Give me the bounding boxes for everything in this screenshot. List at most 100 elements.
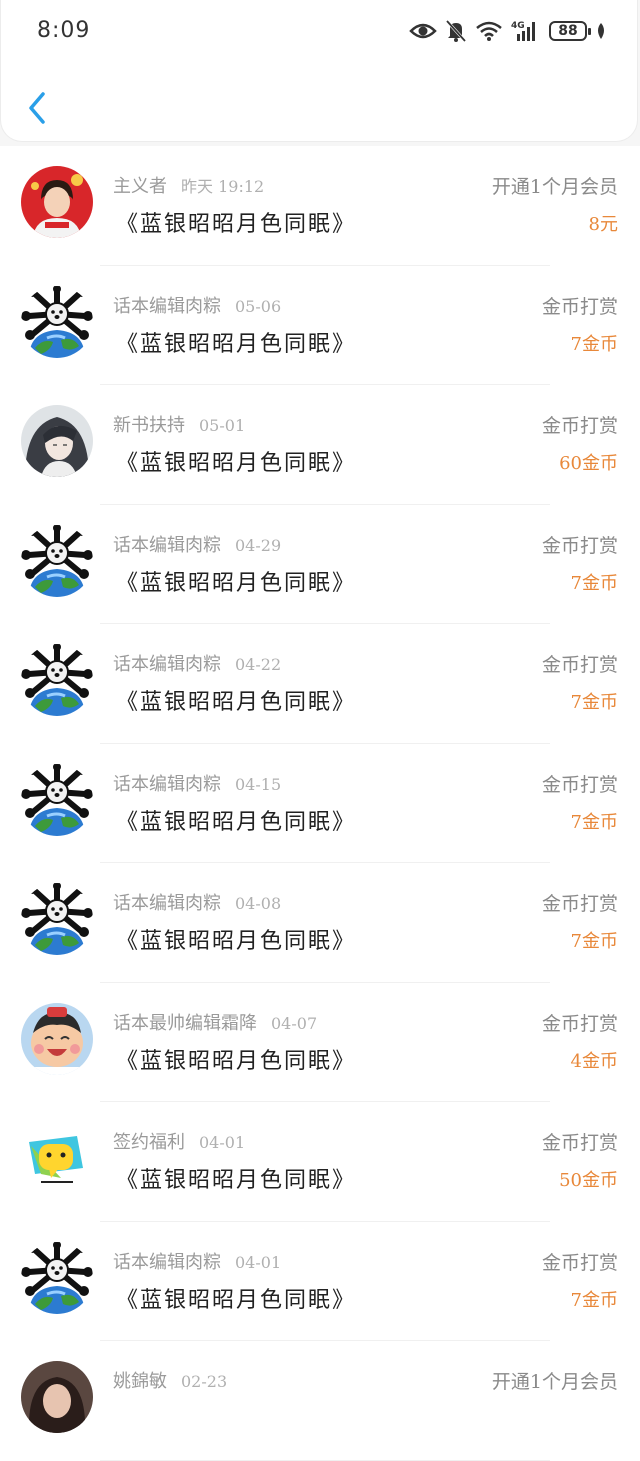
list-item[interactable]: 话本编辑肉粽 04-01 《蓝银昭昭月色同眠》 金币打赏 7金币 [0,1221,640,1341]
list-item[interactable]: 话本编辑肉粽 04-22 《蓝银昭昭月色同眠》 金币打赏 7金币 [0,624,640,744]
list-item[interactable]: 话本编辑肉粽 05-06 《蓝银昭昭月色同眠》 金币打赏 7金币 [0,265,640,385]
status-time: 8:09 [37,18,91,43]
avatar[interactable] [21,1241,93,1314]
back-button[interactable] [23,90,53,126]
avatar[interactable] [21,166,93,238]
reward-type: 金币打赏 [541,1012,618,1035]
leaf-icon [595,22,607,40]
sender-name: 话本最帅编辑霜降 [113,1012,257,1034]
record-date: 04-08 [235,894,282,913]
chevron-left-icon [29,92,45,124]
signal-4g-icon: 4G [511,19,541,43]
reward-amount: 50金币 [559,1170,618,1191]
sender-line: 主义者 昨天 19:12 [113,172,264,198]
record-date: 04-01 [199,1133,246,1152]
record-date: 04-07 [271,1013,318,1033]
reward-amount: 7金币 [570,1289,618,1311]
sender-name: 话本编辑肉粽 [113,534,221,556]
reward-type: 金币打赏 [541,773,618,796]
sender-name: 话本编辑肉粽 [113,893,221,914]
reward-type: 开通1个月会员 [491,176,618,198]
reward-amount: 4金币 [570,1050,618,1072]
svg-text:4G: 4G [511,21,525,31]
reward-amount: 7金币 [570,333,618,355]
mute-bell-icon [445,19,467,43]
list-item[interactable]: 话本最帅编辑霜降 04-07 《蓝银昭昭月色同眠》 金币打赏 4金币 [0,982,640,1102]
record-date: 04-15 [235,774,282,794]
header-bar: 8:09 4G 88 [0,0,638,142]
reward-amount: 8元 [588,214,618,235]
list-item[interactable]: 主义者 昨天 19:12 《蓝银昭昭月色同眠》 开通1个月会员 8元 [0,146,640,266]
book-title: 《蓝银昭昭月色同眠》 [116,1048,357,1074]
record-date: 昨天 19:12 [181,177,265,196]
status-bar: 8:09 4G 88 [1,0,640,64]
wifi-icon [475,20,503,42]
reward-list: 主义者 昨天 19:12 《蓝银昭昭月色同眠》 开通1个月会员 8元 话本编辑肉粽 05-… [0,146,640,1461]
book-title: 《蓝银昭昭月色同眠》 [116,451,357,476]
list-item[interactable]: 话本编辑肉粽 04-08 《蓝银昭昭月色同眠》 金币打赏 7金币 [0,863,640,983]
divider [100,1459,550,1461]
book-title: 《蓝银昭昭月色同眠》 [116,570,357,596]
sender-line: 签约福利 04-01 [113,1128,245,1154]
record-date: 02-23 [181,1372,228,1391]
reward-amount: 60金币 [559,453,618,474]
sender-line: 话本编辑肉粽 04-08 [113,889,281,915]
list-item[interactable]: 话本编辑肉粽 04-29 《蓝银昭昭月色同眠》 金币打赏 7金币 [0,504,640,624]
avatar[interactable] [21,763,93,836]
list-item[interactable]: 姚錦敏 02-23 开通1个月会员 [0,1341,640,1461]
sender-name: 话本编辑肉粽 [113,295,221,317]
avatar[interactable] [21,1361,93,1433]
reward-type: 金币打赏 [541,893,618,915]
reward-amount: 7金币 [570,692,618,713]
sender-line: 话本最帅编辑霜降 04-07 [113,1009,317,1035]
avatar[interactable] [21,883,93,955]
sender-line: 新书扶持 05-01 [113,411,245,437]
sender-line: 话本编辑肉粽 04-15 [113,770,281,796]
reward-type: 金币打赏 [541,295,618,318]
record-date: 04-01 [235,1252,282,1272]
book-title: 《蓝银昭昭月色同眠》 [116,1168,357,1193]
sender-line: 话本编辑肉粽 04-29 [113,531,281,557]
reward-type: 开通1个月会员 [491,1371,618,1393]
reward-type: 金币打赏 [541,415,618,437]
record-date: 04-29 [235,535,282,555]
sender-name: 话本编辑肉粽 [113,1251,221,1273]
book-title: 《蓝银昭昭月色同眠》 [116,690,357,715]
reward-type: 金币打赏 [541,1132,618,1154]
reward-type: 金币打赏 [541,534,618,557]
list-item[interactable]: 新书扶持 05-01 《蓝银昭昭月色同眠》 金币打赏 60金币 [0,385,640,505]
record-date: 04-22 [235,655,282,674]
record-date: 05-01 [199,416,246,435]
sender-name: 新书扶持 [113,415,185,436]
reward-amount: 7金币 [570,811,618,833]
list-item[interactable]: 话本编辑肉粽 04-15 《蓝银昭昭月色同眠》 金币打赏 7金币 [0,743,640,863]
sender-line: 话本编辑肉粽 04-22 [113,650,281,676]
avatar[interactable] [21,524,93,597]
book-title: 《蓝银昭昭月色同眠》 [116,1287,357,1313]
book-title: 《蓝银昭昭月色同眠》 [116,331,357,357]
sender-name: 姚錦敏 [113,1371,167,1392]
book-title: 《蓝银昭昭月色同眠》 [116,929,357,954]
avatar[interactable] [21,644,93,716]
eye-icon [409,21,437,41]
sender-line: 姚錦敏 02-23 [113,1367,227,1393]
record-date: 05-06 [235,296,282,316]
book-title: 《蓝银昭昭月色同眠》 [116,212,357,237]
reward-type: 金币打赏 [541,1251,618,1274]
book-title: 《蓝银昭昭月色同眠》 [116,809,357,835]
reward-amount: 7金币 [570,931,618,952]
sender-name: 主义者 [113,176,167,197]
sender-name: 话本编辑肉粽 [113,654,221,675]
avatar[interactable] [21,1122,93,1194]
avatar[interactable] [21,1002,93,1075]
sender-line: 话本编辑肉粽 05-06 [113,292,281,318]
battery-icon: 88 [549,21,591,41]
reward-amount: 7金币 [570,572,618,594]
list-item[interactable]: 签约福利 04-01 《蓝银昭昭月色同眠》 金币打赏 50金币 [0,1102,640,1222]
avatar[interactable] [21,405,93,477]
sender-name: 话本编辑肉粽 [113,773,221,795]
sender-name: 签约福利 [113,1132,185,1153]
reward-type: 金币打赏 [541,654,618,676]
avatar[interactable] [21,285,93,358]
status-icons: 4G 88 [409,16,607,46]
